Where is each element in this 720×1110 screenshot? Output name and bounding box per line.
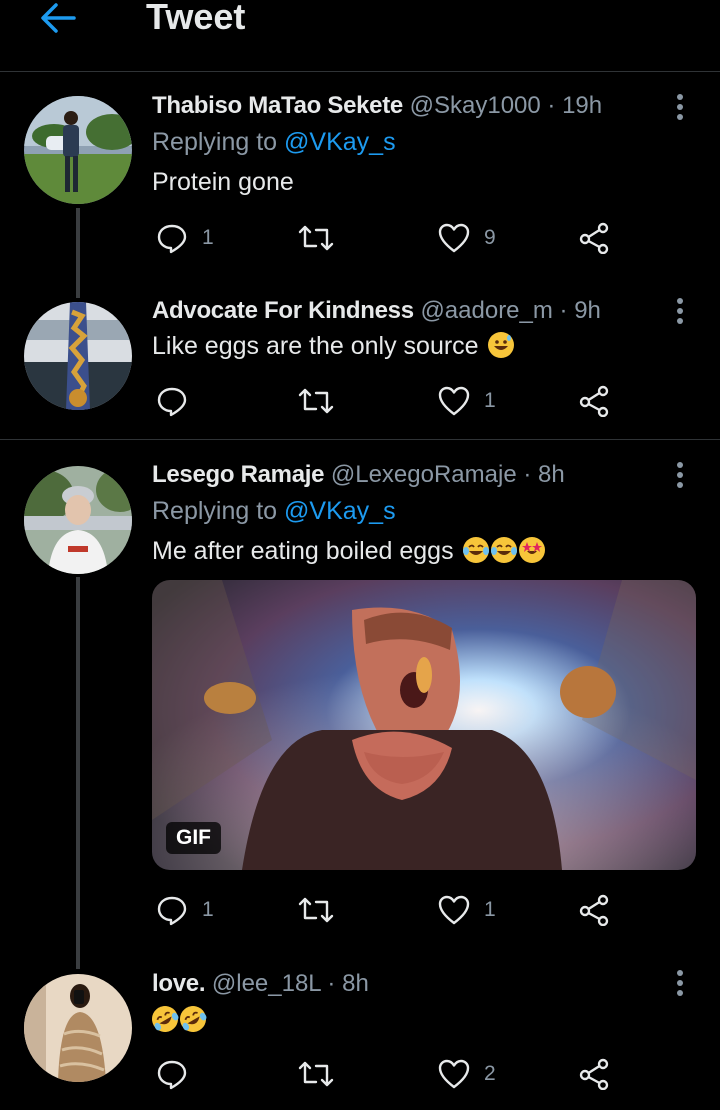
share-button[interactable] [578, 218, 610, 258]
like-button[interactable]: 9 [438, 218, 496, 258]
author-name[interactable]: love. [152, 970, 206, 997]
share-button[interactable] [578, 381, 610, 421]
section-divider [0, 439, 720, 440]
share-button[interactable] [578, 890, 610, 930]
tweet-text [147, 1001, 211, 1037]
tweet-text: Me after eating boiled eggs [152, 537, 545, 566]
author-line: Lesego Ramaje @LexegoRamaje · 8h [152, 461, 565, 489]
top-bar: Tweet [0, 0, 720, 72]
author-handle[interactable]: @aadore_m · 9h [420, 297, 600, 324]
reply-icon [157, 387, 187, 417]
reply-count: 1 [202, 898, 214, 921]
tweet-actions: 1 9 [152, 218, 622, 258]
more-options-icon[interactable] [672, 970, 688, 1000]
author-line: Thabiso MaTao Sekete @Skay1000 · 19h [152, 92, 602, 120]
retweet-button[interactable] [298, 218, 348, 258]
author-handle[interactable]: @Skay1000 · 19h [410, 92, 602, 119]
heart-icon [438, 386, 470, 416]
mention-link[interactable]: @VKay_s [284, 128, 396, 156]
tweet-text-body: Me after eating boiled eggs [152, 537, 454, 565]
gif-badge: GIF [166, 822, 221, 854]
avatar[interactable] [24, 96, 132, 204]
retweet-icon [298, 225, 334, 251]
author-name[interactable]: Lesego Ramaje [152, 461, 324, 488]
tweet-actions: 1 [152, 381, 622, 421]
tweet-actions: 2 [152, 1054, 622, 1094]
tweet-text: Like eggs are the only source [152, 332, 514, 361]
retweet-button[interactable] [298, 890, 348, 930]
like-count: 1 [484, 898, 496, 921]
gif-media[interactable]: GIF [152, 580, 696, 870]
avatar[interactable] [24, 466, 132, 574]
share-icon [579, 894, 609, 926]
replying-prefix: Replying to [152, 128, 285, 156]
reply-button[interactable]: 1 [156, 218, 214, 258]
reply-button[interactable]: 1 [156, 890, 214, 930]
share-button[interactable] [578, 1054, 610, 1094]
like-button[interactable]: 1 [438, 890, 496, 930]
page-title: Tweet [146, 0, 246, 37]
reply-icon [157, 224, 187, 254]
heart-icon [438, 1059, 470, 1089]
author-line: love. @lee_18L · 8h [152, 970, 369, 998]
retweet-button[interactable] [298, 1054, 348, 1094]
share-icon [579, 385, 609, 417]
author-handle[interactable]: @lee_18L · 8h [212, 970, 369, 997]
avatar[interactable] [24, 302, 132, 410]
mention-link[interactable]: @VKay_s [284, 497, 396, 525]
retweet-button[interactable] [298, 381, 348, 421]
share-icon [579, 222, 609, 254]
replying-prefix: Replying to [152, 497, 285, 525]
rolling-laughing-emoji [175, 1001, 211, 1037]
share-icon [579, 1058, 609, 1090]
thread-line [76, 208, 80, 298]
replying-to: Replying to @VKay_s [152, 497, 396, 526]
retweet-icon [298, 1061, 334, 1087]
author-line: Advocate For Kindness @aadore_m · 9h [152, 297, 601, 325]
more-options-icon[interactable] [672, 298, 688, 328]
like-count: 1 [484, 389, 496, 412]
grinning-sweat-emoji [487, 332, 514, 358]
author-handle[interactable]: @LexegoRamaje · 8h [331, 461, 565, 488]
replying-to: Replying to @VKay_s [152, 128, 396, 157]
reply-button[interactable] [156, 1054, 202, 1094]
author-name[interactable]: Thabiso MaTao Sekete [152, 92, 403, 119]
tweet-text-body: Like eggs are the only source [152, 332, 479, 360]
more-options-icon[interactable] [672, 462, 688, 492]
reply-icon [157, 896, 187, 926]
heart-icon [438, 223, 470, 253]
reply-icon [157, 1060, 187, 1090]
tears-of-joy-emoji [462, 537, 489, 563]
tears-of-joy-emoji [490, 537, 517, 563]
retweet-icon [298, 388, 334, 414]
like-count: 2 [484, 1062, 496, 1085]
gif-frame-image [152, 580, 696, 870]
reply-button[interactable] [156, 381, 202, 421]
reply-count: 1 [202, 226, 214, 249]
tweet-text: Protein gone [152, 168, 294, 196]
more-options-icon[interactable] [672, 94, 688, 124]
avatar[interactable] [24, 974, 132, 1082]
author-name[interactable]: Advocate For Kindness [152, 297, 414, 324]
tweet-actions: 1 1 [152, 890, 622, 930]
thread-line [76, 577, 80, 969]
star-struck-emoji [518, 537, 545, 563]
like-count: 9 [484, 226, 496, 249]
like-button[interactable]: 2 [438, 1054, 496, 1094]
heart-icon [438, 895, 470, 925]
like-button[interactable]: 1 [438, 381, 496, 421]
retweet-icon [298, 897, 334, 923]
back-arrow-icon[interactable] [38, 2, 78, 34]
